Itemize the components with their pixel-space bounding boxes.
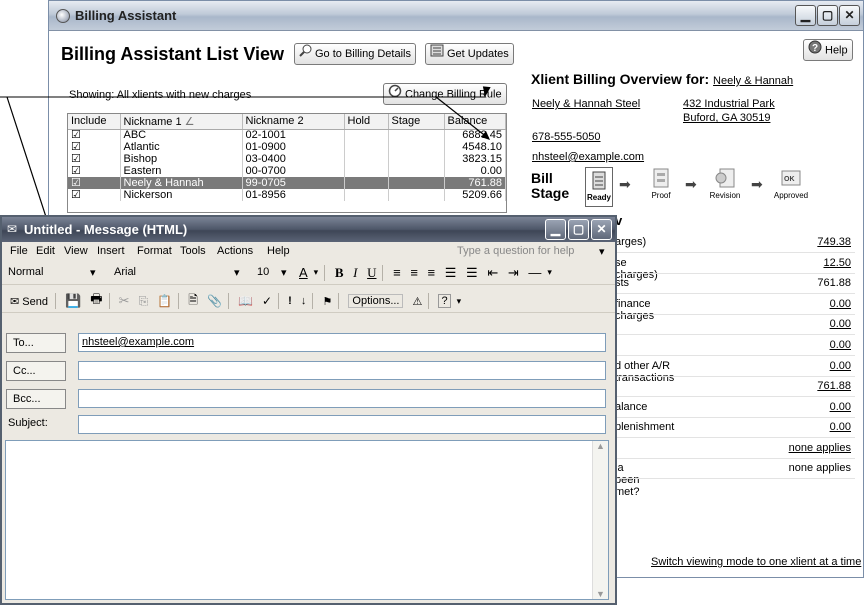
help-question-input[interactable]: Type a question for help [457,245,574,257]
message-window: ✉ Untitled - Message (HTML) ▁ ▢ ✕ File E… [0,215,617,605]
menu-actions[interactable]: Actions [217,245,253,257]
menu-edit[interactable]: Edit [36,245,55,257]
low-importance-icon[interactable]: ↓ [301,295,307,307]
chevron-down-icon: ▾ [281,267,287,279]
cc-field[interactable] [78,361,606,380]
numbered-list-icon[interactable]: ☰ [445,265,457,281]
attach-icon[interactable]: 📎 [207,294,222,308]
scroll-down-icon[interactable]: ▼ [593,589,608,599]
toolbar-buttons: ✉ Send 💾 🖶 ✂ ⎘ 📋 🗎 📎 📖 ✓ ! ↓ ⚑ Options..… [6,290,464,312]
menu-tools[interactable]: Tools [180,245,206,257]
signature-icon[interactable]: ⚠ [413,295,423,308]
send-button[interactable]: ✉ Send [9,294,49,309]
message-body[interactable]: ▲ ▼ [5,440,609,600]
bcc-button[interactable]: Bcc... [6,389,66,409]
font-color-icon[interactable]: A [299,265,308,280]
formatting-toolbar: Normal ▾ Arial ▾ 10 ▾ A ▾ B I U ≡ ≡ ≡ ☰ ☰ ⇤ … [2,262,615,285]
print-icon[interactable]: 🖶 [90,290,102,312]
align-right-icon[interactable]: ≡ [428,265,436,280]
chevron-down-icon[interactable]: ▾ [314,267,319,278]
chevron-down-icon[interactable]: ▾ [457,296,462,307]
align-center-icon[interactable]: ≡ [410,265,418,280]
options-button[interactable]: Options... [348,294,404,308]
message-window-title: Untitled - Message (HTML) [24,222,188,237]
to-field[interactable]: nhsteel@example.com [78,333,606,352]
help-icon[interactable]: ? [438,294,451,308]
save-icon[interactable]: 💾 [65,293,81,309]
increase-indent-icon[interactable]: ⇥ [508,265,519,281]
flag-icon[interactable]: ⚑ [322,295,332,308]
menu-file[interactable]: File [10,245,28,257]
insert-file-icon[interactable]: 🗎 [188,291,198,312]
bold-icon[interactable]: B [335,265,344,281]
menu-view[interactable]: View [64,245,88,257]
menu-insert[interactable]: Insert [97,245,125,257]
format-buttons: A ▾ B I U ≡ ≡ ≡ ☰ ☰ ⇤ ⇥ — ▾ [296,264,555,281]
subject-label: Subject: [8,417,48,429]
close-button[interactable]: ✕ [591,219,612,240]
minimize-button[interactable]: ▁ [545,219,566,240]
bullet-list-icon[interactable]: ☰ [466,265,478,281]
maximize-button[interactable]: ▢ [568,219,589,240]
italic-icon[interactable]: I [353,265,357,281]
subject-field[interactable] [78,415,606,434]
message-titlebar[interactable]: ✉ Untitled - Message (HTML) ▁ ▢ ✕ [2,217,615,242]
chevron-down-icon[interactable]: ▾ [599,245,605,258]
align-left-icon[interactable]: ≡ [393,265,401,280]
to-button[interactable]: To... [6,333,66,353]
cut-icon[interactable]: ✂ [119,293,130,309]
chevron-down-icon[interactable]: ▾ [547,267,552,278]
scroll-up-icon[interactable]: ▲ [593,441,608,451]
check-names-icon[interactable]: ✓ [262,294,272,308]
decrease-indent-icon[interactable]: ⇤ [487,265,498,281]
envelope-icon: ✉ [7,222,18,236]
scrollbar[interactable]: ▲ ▼ [592,441,608,599]
size-select[interactable]: 10 ▾ [257,266,289,279]
address-book-icon[interactable]: 📖 [238,294,253,308]
copy-icon[interactable]: ⎘ [139,294,149,309]
font-select[interactable]: Arial ▾ [114,266,244,279]
paste-icon[interactable]: 📋 [157,294,172,308]
bcc-field[interactable] [78,389,606,408]
menu-bar: File Edit View Insert Format Tools Actio… [2,242,615,262]
style-select[interactable]: Normal ▾ [8,266,104,279]
high-importance-icon[interactable]: ! [288,295,292,307]
underline-icon[interactable]: U [367,265,376,281]
menu-format[interactable]: Format [137,245,172,257]
chevron-down-icon: ▾ [90,267,96,279]
horizontal-line-icon[interactable]: — [528,265,541,280]
menu-help[interactable]: Help [267,245,290,257]
cc-button[interactable]: Cc... [6,361,66,381]
send-icon: ✉ [10,295,20,308]
standard-toolbar: ✉ Send 💾 🖶 ✂ ⎘ 📋 🗎 📎 📖 ✓ ! ↓ ⚑ Options..… [2,286,615,313]
chevron-down-icon: ▾ [234,267,240,279]
